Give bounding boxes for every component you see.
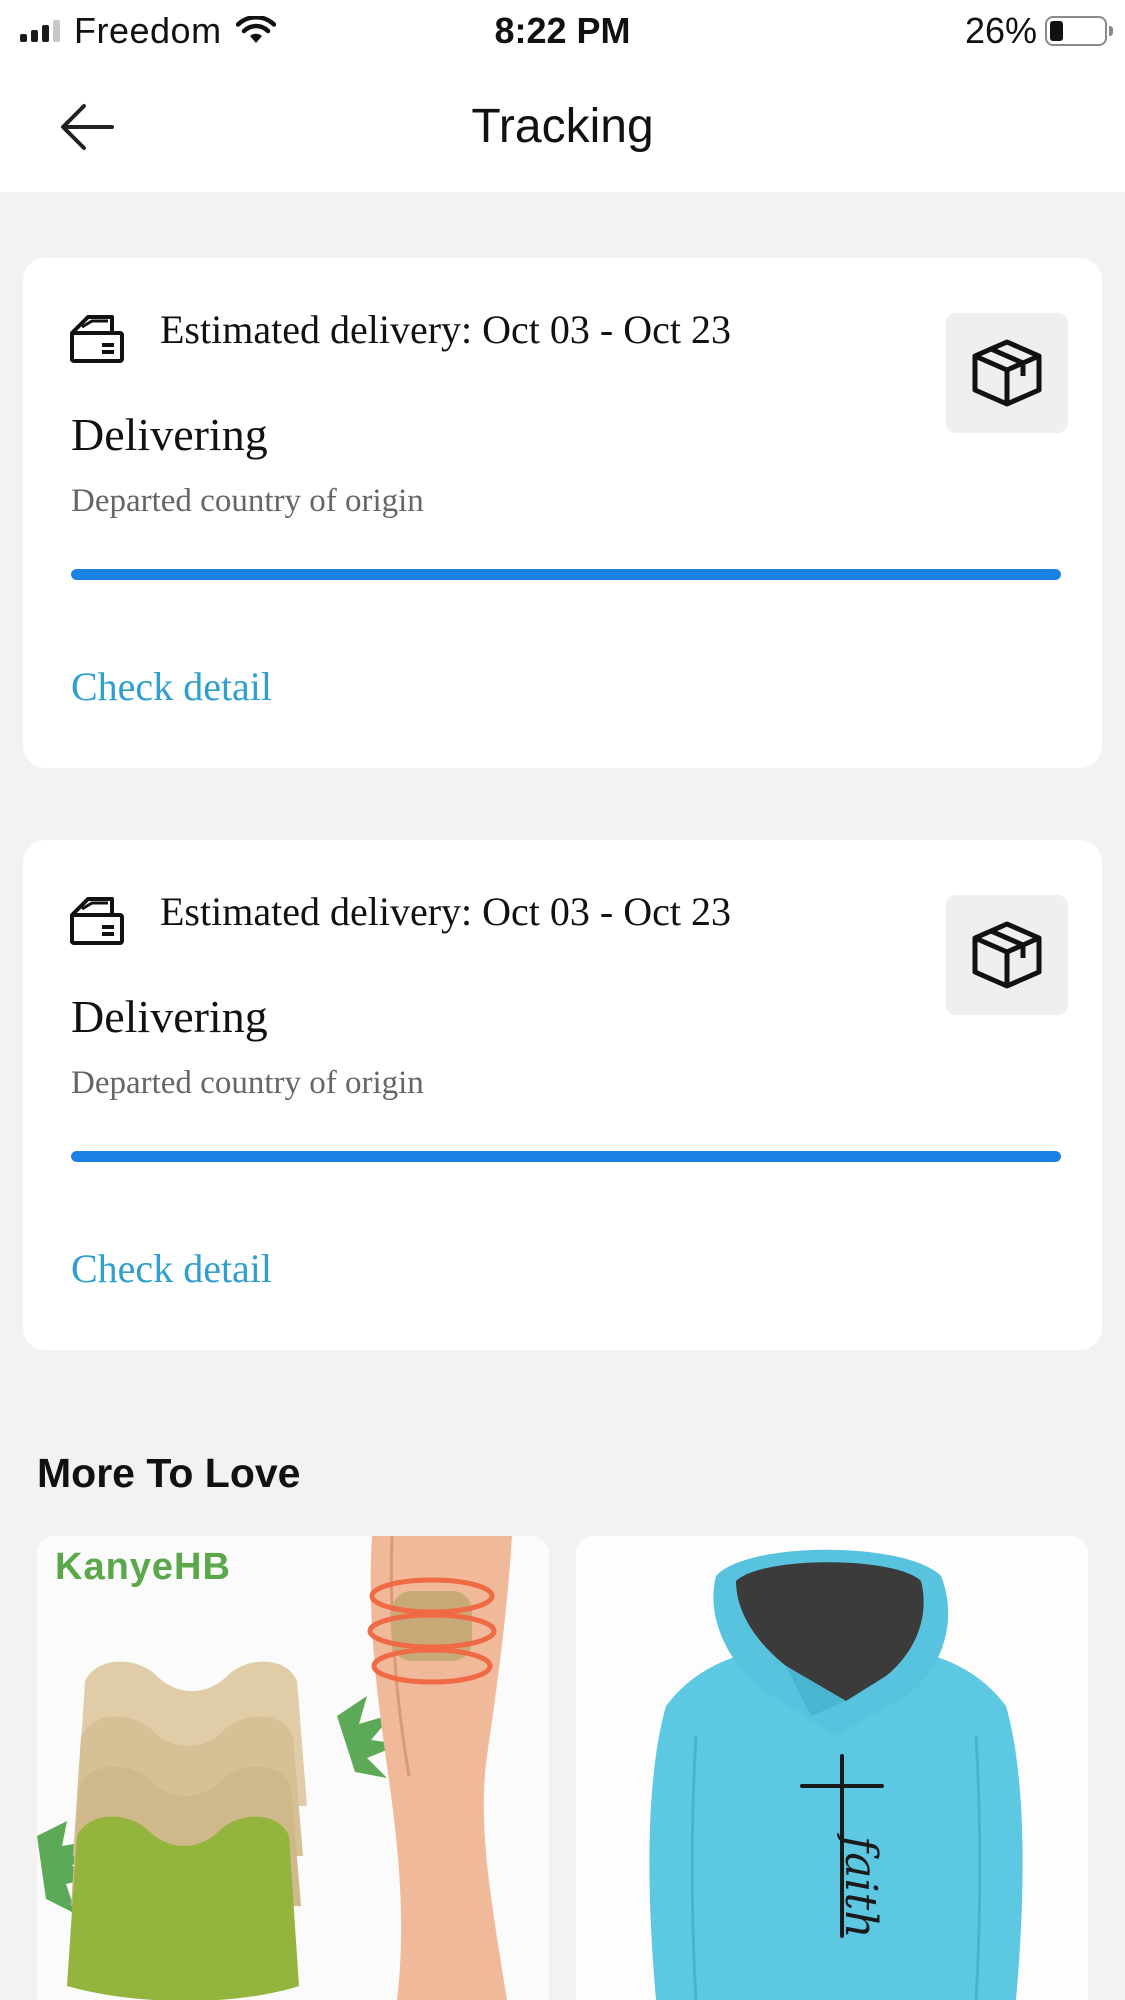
delivery-progress-bar	[71, 1151, 1061, 1162]
battery-icon	[1045, 16, 1113, 46]
status-bar: Freedom 8:22 PM 26%	[0, 0, 1125, 62]
estimated-delivery: Estimated delivery: Oct 03 - Oct 23	[160, 889, 731, 934]
delivery-progress-bar	[71, 569, 1061, 580]
battery-percent: 26%	[964, 10, 1037, 51]
knee-patch-product-image	[37, 1536, 549, 2000]
shipment-card: Estimated delivery: Oct 03 - Oct 23 Deli…	[23, 258, 1102, 768]
package-button[interactable]	[946, 895, 1068, 1015]
clock: 8:22 PM	[494, 10, 631, 51]
page-title: Tracking	[471, 100, 654, 153]
status-right: 26%	[964, 8, 1113, 54]
package-icon	[972, 339, 1042, 407]
package-button[interactable]	[946, 313, 1068, 433]
back-arrow-icon	[61, 104, 114, 150]
check-detail-link[interactable]: Check detail	[71, 1245, 272, 1292]
hoodie-print-text: faith	[835, 1833, 886, 1939]
product-card-hoodie[interactable]: faith	[576, 1536, 1088, 2000]
header-bar: Tracking	[0, 62, 1125, 192]
truck-icon	[70, 897, 124, 945]
brand-logo: KanyeHB	[55, 1546, 231, 1588]
truck-icon	[70, 315, 124, 363]
delivery-substatus: Departed country of origin	[71, 1065, 424, 1101]
delivery-status: Delivering	[71, 991, 268, 1042]
delivery-progress-fill	[71, 569, 1061, 580]
section-title: More To Love	[37, 1450, 301, 1496]
package-icon	[972, 921, 1042, 989]
delivery-substatus: Departed country of origin	[71, 483, 424, 519]
faith-hoodie-product-image: faith	[576, 1536, 1088, 2000]
delivery-status: Delivering	[71, 409, 268, 460]
delivery-progress-fill	[71, 1151, 1061, 1162]
back-button[interactable]	[52, 92, 122, 162]
check-detail-link[interactable]: Check detail	[71, 663, 272, 710]
estimated-delivery: Estimated delivery: Oct 03 - Oct 23	[160, 307, 731, 352]
product-card-knee-patch[interactable]: KanyeHB	[37, 1536, 549, 2000]
shipment-card: Estimated delivery: Oct 03 - Oct 23 Deli…	[23, 840, 1102, 1350]
